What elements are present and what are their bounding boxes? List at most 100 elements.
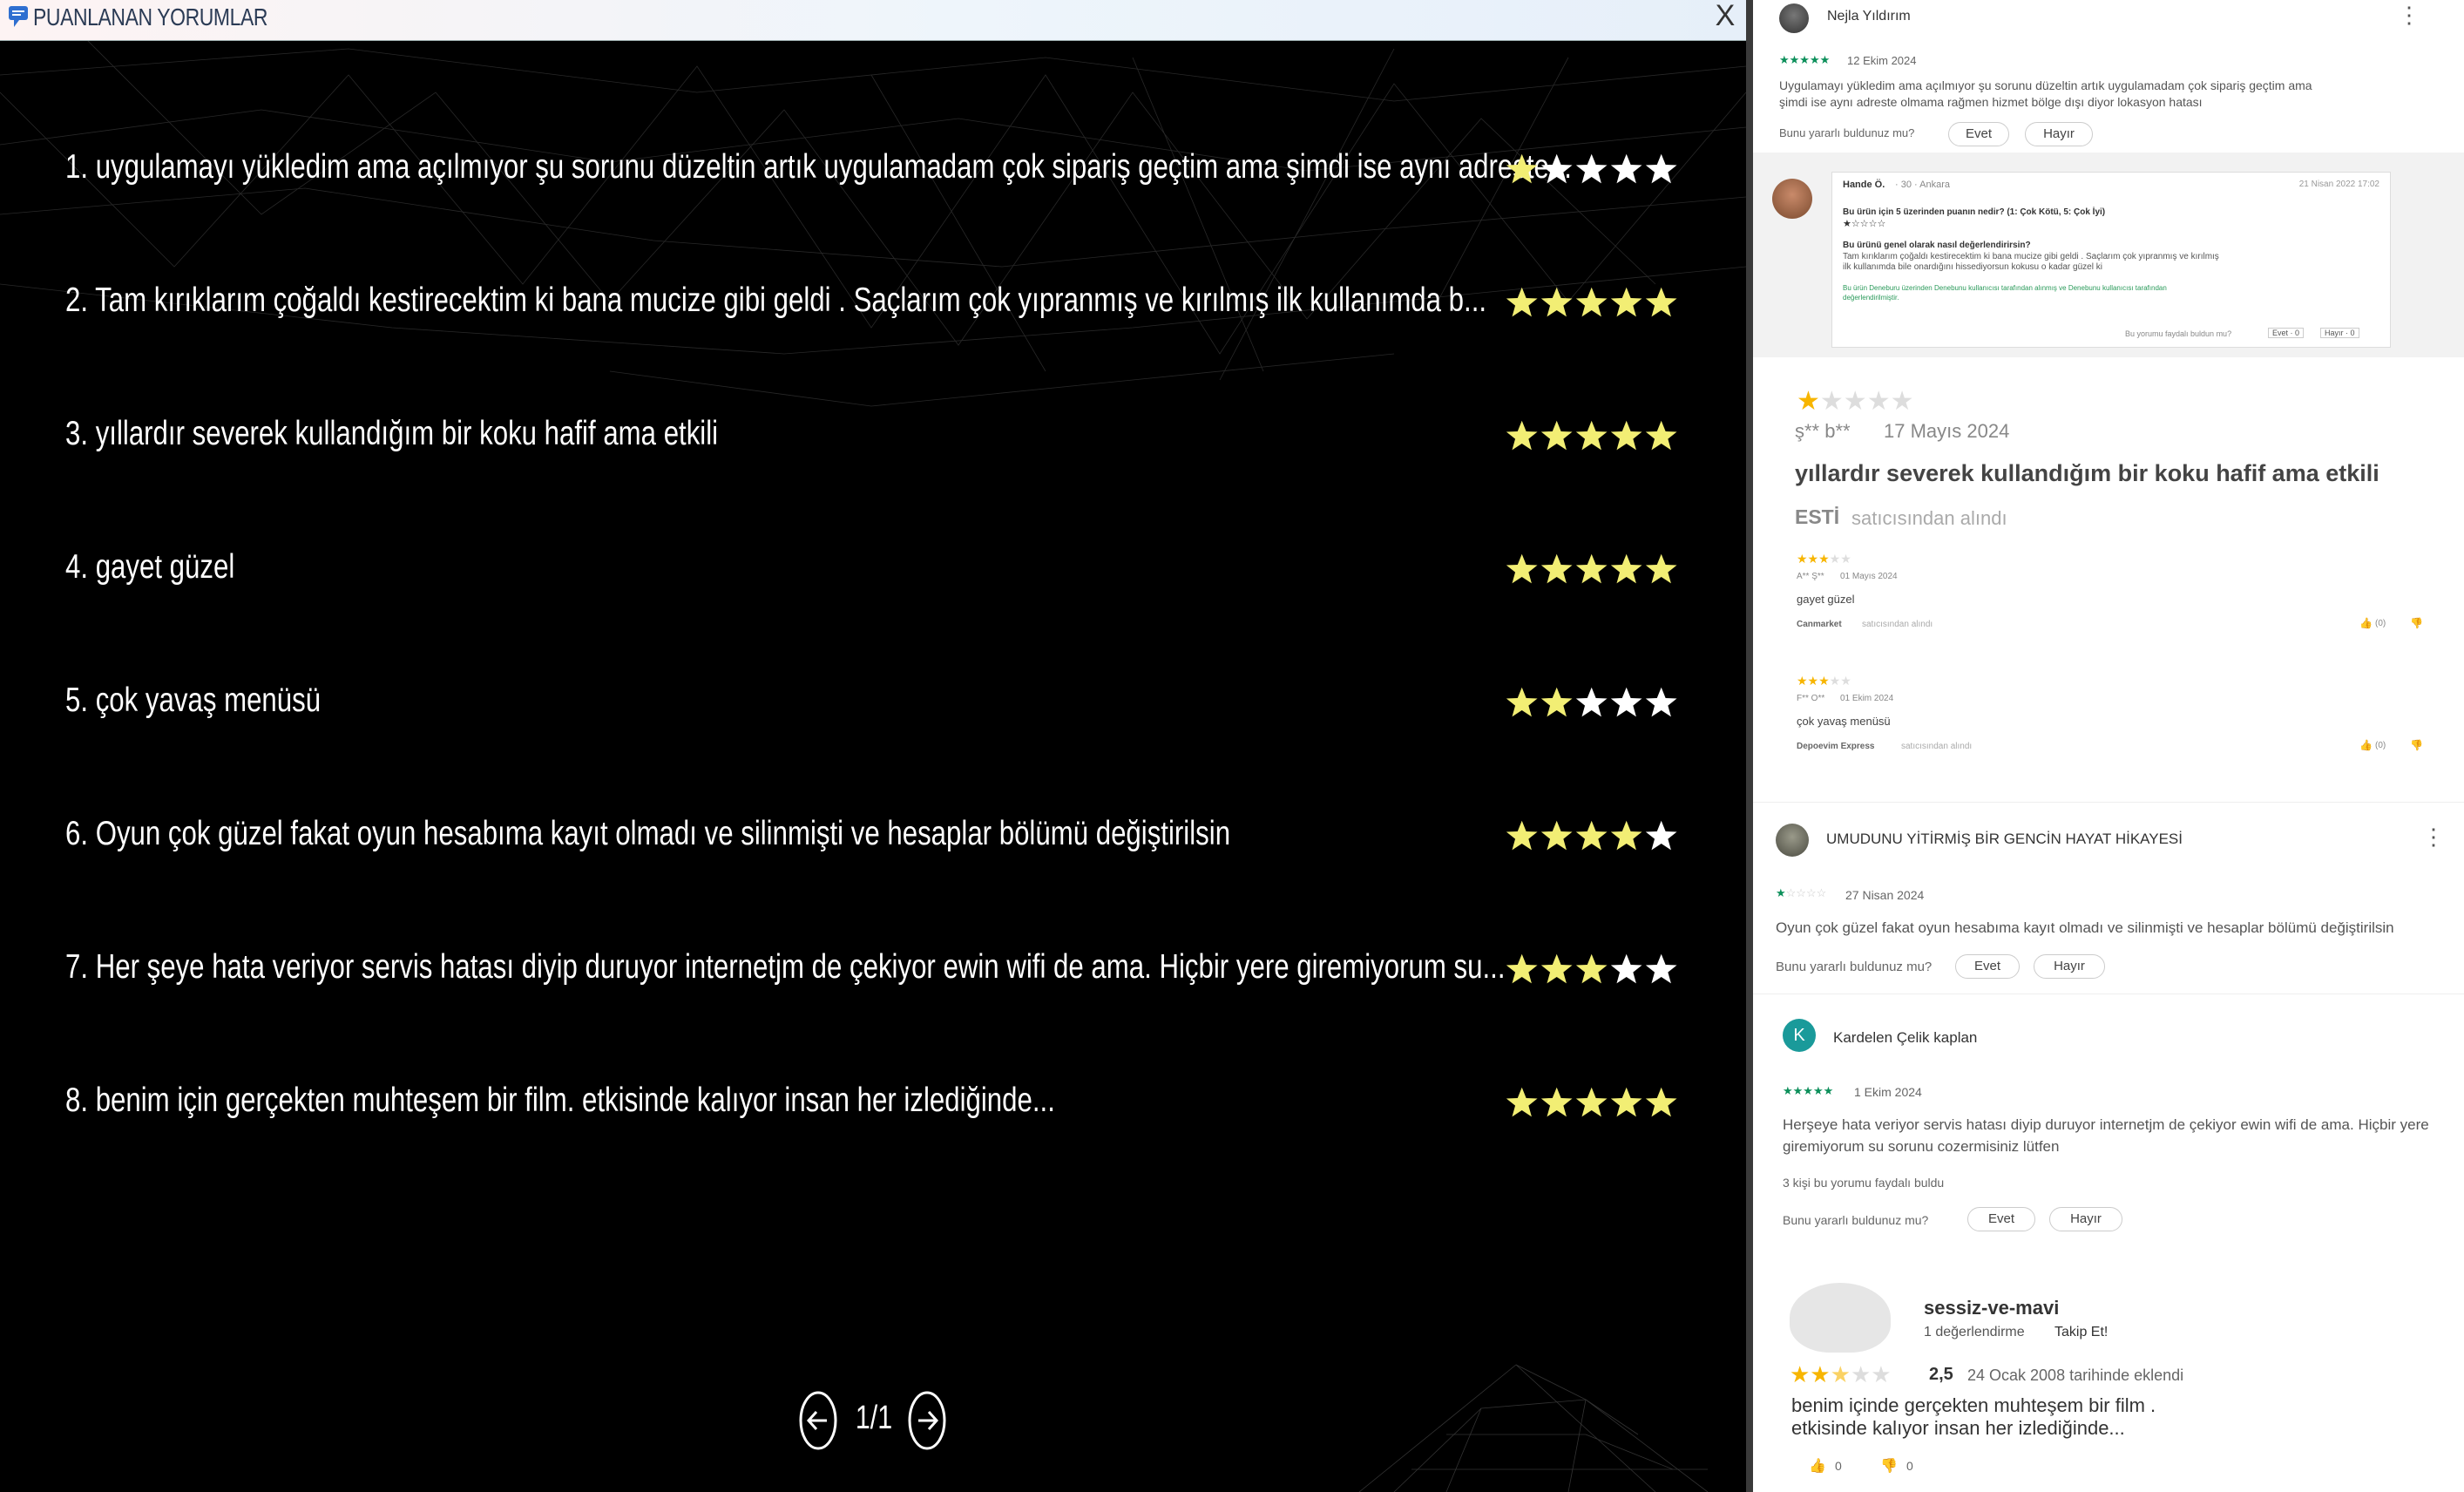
star-filled-icon	[1575, 287, 1608, 317]
star-filled-icon	[1506, 287, 1538, 317]
mesh-background	[0, 40, 1746, 1492]
reviews-count: 1 değerlendirme	[1924, 1325, 2025, 1339]
review-author: Kardelen Çelik kaplan	[1833, 1029, 1978, 1046]
star-empty-icon	[1575, 153, 1608, 184]
like-button[interactable]: 👍	[1809, 1457, 1826, 1475]
review-item[interactable]: 5. çok yavaş menüsü	[0, 673, 1746, 734]
review-date: 1 Ekim 2024	[1854, 1085, 1922, 1099]
source-review-1: Nejla Yıldırım ⋮ ★★★★★ 12 Ekim 2024 Uygu…	[1753, 0, 2464, 153]
star-filled-icon	[1575, 553, 1608, 584]
source-review-7: K Kardelen Çelik kaplan ★★★★★ 1 Ekim 202…	[1753, 994, 2464, 1256]
helpful-question: Bunu yararlı buldunuz mu?	[1783, 1213, 1929, 1227]
star-filled-icon	[1645, 420, 1677, 451]
helpful-no-button[interactable]: Hayır	[2034, 954, 2105, 979]
seller-name[interactable]: ESTİ	[1795, 505, 1839, 529]
review-item[interactable]: 3. yıllardır severek kullandığım bir kok…	[0, 406, 1746, 467]
more-options-icon[interactable]: ⋮	[2422, 824, 2445, 851]
star-empty-icon	[1575, 687, 1608, 717]
review-text: 3. yıllardır severek kullandığım bir kok…	[65, 415, 719, 452]
overall-question: Bu ürünü genel olarak nasıl değerlendiri…	[1843, 241, 2031, 250]
star-filled-icon	[1506, 953, 1538, 984]
source-review-6: UMUDUNU YİTİRMİŞ BİR GENCİN HAYAT HİKAYE…	[1753, 802, 2464, 994]
rating-question: Bu ürün için 5 üzerinden puanın nedir? (…	[1843, 207, 2106, 217]
helpful-no-button[interactable]: Hayır	[2025, 122, 2093, 146]
review-item[interactable]: 4. gayet güzel	[0, 539, 1746, 600]
review-text-line2: şimdi ise aynı adreste olmama rağmen hiz…	[1779, 95, 2203, 109]
review-text-line1: Uygulamayı yükledim ama açılmıyor şu sor…	[1779, 78, 2312, 92]
like-button[interactable]: 👍	[2359, 739, 2373, 751]
star-filled-icon	[1506, 687, 1538, 717]
star-filled-icon	[1610, 553, 1642, 584]
page-indicator: 1/1	[855, 1400, 893, 1436]
review-date: 27 Nisan 2024	[1845, 888, 1925, 902]
review-date: 24 Ocak 2008 tarihinde eklendi	[1967, 1367, 2184, 1384]
helpful-yes-button[interactable]: Evet	[1967, 1207, 2035, 1231]
dislike-button[interactable]: 👎	[1880, 1457, 1898, 1475]
review-text: 6. Oyun çok güzel fakat oyun hesabıma ka…	[65, 815, 1231, 852]
star-filled-icon	[1540, 687, 1573, 717]
source-review-2: Hande Ö. · 30 · Ankara 21 Nisan 2022 17:…	[1753, 153, 2464, 357]
review-text: 2. Tam kırıklarım çoğaldı kestirecektim …	[65, 281, 1487, 319]
helpful-count: 3 kişi bu yorumu faydalı buldu	[1783, 1176, 1945, 1190]
rating-stars: ★☆☆☆☆	[1776, 886, 1827, 899]
review-item[interactable]: 1. uygulamayı yükledim ama açılmıyor şu …	[0, 139, 1746, 200]
like-button[interactable]: 👍	[2359, 617, 2373, 629]
more-options-icon[interactable]: ⋮	[2398, 2, 2420, 29]
review-author: F** O**	[1797, 694, 1825, 703]
helpful-yes-button[interactable]: Evet	[1948, 122, 2009, 146]
seller-name[interactable]: Canmarket	[1797, 620, 1842, 629]
star-filled-icon	[1506, 1087, 1538, 1117]
review-text-line2: ilk kullanımda bile onardığını hissediyo…	[1843, 262, 2102, 272]
next-page-button[interactable]	[906, 1386, 948, 1455]
source-reviews-panel: Nejla Yıldırım ⋮ ★★★★★ 12 Ekim 2024 Uygu…	[1753, 0, 2464, 1492]
review-item[interactable]: 8. benim için gerçekten muhteşem bir fil…	[0, 1073, 1746, 1134]
dislike-button[interactable]: 👎	[2410, 617, 2423, 629]
star-filled-icon	[1575, 1087, 1608, 1117]
rating-stars: ★★★★★	[1797, 552, 1851, 566]
star-empty-icon	[1610, 153, 1642, 184]
star-filled-icon	[1540, 953, 1573, 984]
rating-stars: ★★★★★	[1790, 1361, 1892, 1387]
rating-stars: ★★★★★	[1783, 1084, 1834, 1097]
helpful-question: Bunu yararlı buldunuz mu?	[1779, 126, 1915, 139]
star-filled-icon	[1645, 553, 1677, 584]
star-filled-icon	[1645, 287, 1677, 317]
seller-name[interactable]: Depoevim Express	[1797, 742, 1875, 751]
star-rating	[1506, 420, 1677, 451]
source-review-4: ★★★★★ A** Ş** 01 Mayıs 2024 gayet güzel …	[1753, 540, 2464, 645]
star-rating	[1506, 1087, 1677, 1117]
review-item[interactable]: 6. Oyun çok güzel fakat oyun hesabıma ka…	[0, 806, 1746, 867]
review-text: 4. gayet güzel	[65, 548, 235, 586]
star-filled-icon	[1540, 287, 1573, 317]
dislike-button[interactable]: 👎	[2410, 739, 2423, 751]
helpful-no-button[interactable]: Hayır	[2049, 1207, 2122, 1231]
review-text: gayet güzel	[1797, 593, 1855, 606]
star-empty-icon	[1645, 687, 1677, 717]
star-empty-icon	[1610, 687, 1642, 717]
dislike-count: 0	[1906, 1459, 1913, 1473]
star-filled-icon	[1610, 287, 1642, 317]
star-filled-icon	[1645, 1087, 1677, 1117]
close-button[interactable]: X	[1708, 0, 1743, 33]
review-item[interactable]: 7. Her şeye hata veriyor servis hatası d…	[0, 939, 1746, 1000]
review-date: 01 Mayıs 2024	[1840, 572, 1898, 581]
seller-suffix: satıcısından alındı	[1862, 620, 1933, 629]
helpful-yes-button[interactable]: Evet · 0	[2268, 328, 2305, 338]
prev-page-button[interactable]	[797, 1386, 839, 1455]
review-text: 5. çok yavaş menüsü	[65, 682, 322, 719]
star-filled-icon	[1506, 153, 1538, 184]
rating-stars: ★☆☆☆☆	[1843, 219, 1886, 229]
avatar	[1772, 179, 1812, 219]
review-meta: · 30 · Ankara	[1895, 180, 1950, 190]
review-item[interactable]: 2. Tam kırıklarım çoğaldı kestirecektim …	[0, 273, 1746, 334]
star-filled-icon	[1540, 553, 1573, 584]
star-filled-icon	[1540, 1087, 1573, 1117]
star-empty-icon	[1645, 153, 1677, 184]
star-rating	[1506, 953, 1677, 984]
helpful-yes-button[interactable]: Evet	[1955, 954, 2020, 979]
avatar	[1776, 824, 1809, 857]
review-text: 8. benim için gerçekten muhteşem bir fil…	[65, 1082, 1055, 1119]
seller-suffix: satıcısından alındı	[1851, 507, 2007, 529]
follow-link[interactable]: Takip Et!	[2054, 1325, 2108, 1340]
helpful-no-button[interactable]: Hayır · 0	[2320, 328, 2359, 338]
